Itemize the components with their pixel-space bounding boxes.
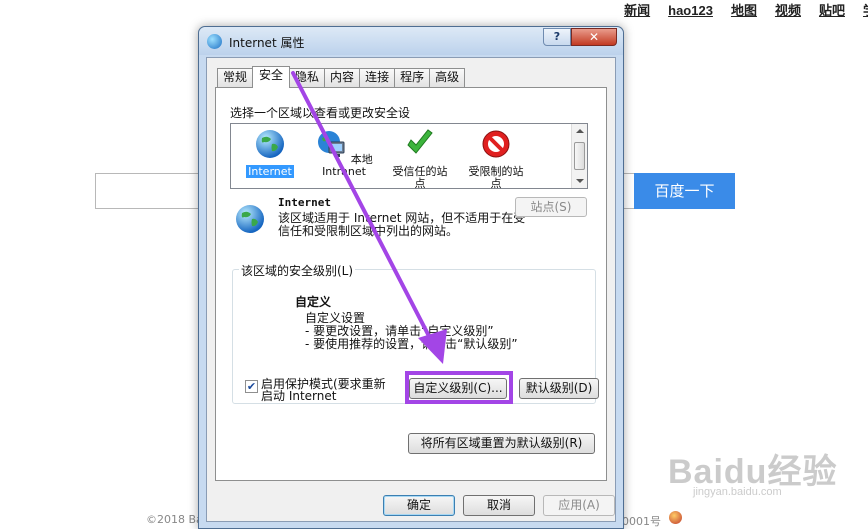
security-level-group: 该区域的安全级别(L) 自定义 自定义设置 - 要更改设置，请单击“自定义级别”… [232,262,599,404]
nav-link-video[interactable]: 视频 [775,2,801,20]
tab-security[interactable]: 安全 [252,66,291,88]
tab-strip: 常规 安全 隐私 内容 连接 程序 高级 [217,66,466,88]
restricted-icon [482,130,510,158]
zone-label-trusted: 受信任的站 点 [392,165,448,190]
top-nav: 新闻 hao123 地图 视频 贴吧 学 [606,2,868,20]
zone-info-globe-icon [236,205,264,233]
help-button[interactable]: ? [543,28,571,46]
apply-button[interactable]: 应用(A) [543,495,615,516]
watermark-url: jingyan.baidu.com [693,486,782,498]
nav-link-xue[interactable]: 学 [863,2,868,20]
scroll-down-icon[interactable] [576,179,584,183]
protected-mode-label: 启用保护模式(要求重新启动 Internet [261,377,386,403]
zone-item-trusted[interactable]: 受信任的站 点 [385,128,455,190]
scroll-up-icon[interactable] [576,129,584,133]
dialog-client: 常规 安全 隐私 内容 连接 程序 高级 选择一个区域以查看或更改安全设 Int… [206,57,616,522]
nav-link-hao123[interactable]: hao123 [668,2,713,20]
zone-item-internet[interactable]: Internet [235,128,305,178]
baidu-search-button[interactable]: 百度一下 [634,173,735,209]
check-icon [407,129,433,154]
security-level-legend: 该区域的安全级别(L) [239,262,356,279]
dialog-titlebar[interactable]: Internet 属性 ? ✕ [199,27,623,55]
cancel-button[interactable]: 取消 [463,495,535,516]
reset-all-zones-button[interactable]: 将所有区域重置为默认级别(R) [408,433,595,454]
footer-copyright: ©2018 Ba [146,513,203,526]
protected-mode-checkbox-row[interactable]: ✔ 启用保护模式(要求重新启动 Internet [245,378,391,402]
internet-properties-dialog: Internet 属性 ? ✕ 常规 安全 隐私 内容 连接 程序 高级 选择一… [198,26,624,529]
nav-link-map[interactable]: 地图 [731,2,757,20]
zone-label-restricted: 受限制的站 点 [468,165,524,190]
police-badge-icon [669,511,682,524]
ie-globe-icon [207,34,222,49]
zone-item-intranet[interactable]: 本地 Intranet [309,128,379,178]
security-tab-panel: 选择一个区域以查看或更改安全设 Internet 本地 Intranet 受信任… [215,87,607,481]
nav-link-tieba[interactable]: 贴吧 [819,2,845,20]
tab-programs[interactable]: 程序 [394,68,431,87]
zone-list[interactable]: Internet 本地 Intranet 受信任的站 点 受限制的站 点 [230,123,588,190]
zone-label-internet: Internet [246,165,294,178]
zone-item-restricted[interactable]: 受限制的站 点 [461,128,531,190]
zone-info-description: 该区域适用于 Internet 网站，但不适用于在受信任和受限制区域中列出的网站… [278,211,526,238]
tab-connections[interactable]: 连接 [359,68,396,87]
intranet-icon [318,131,345,157]
zone-list-scrollbar[interactable] [571,124,587,188]
sites-button[interactable]: 站点(S) [515,197,587,217]
scroll-thumb[interactable] [574,142,585,170]
tab-content[interactable]: 内容 [324,68,361,87]
security-level-description: 自定义设置 - 要更改设置，请单击“自定义级别” - 要使用推荐的设置，请单击“… [305,311,518,351]
protected-mode-checkbox[interactable]: ✔ [245,380,258,393]
tab-advanced[interactable]: 高级 [429,68,466,87]
tab-privacy[interactable]: 隐私 [289,68,326,87]
default-level-button[interactable]: 默认级别(D) [519,378,599,399]
zone-info-title: Internet [278,196,331,209]
tab-general[interactable]: 常规 [217,68,254,87]
footer-icp: 0001号 [622,515,661,528]
dialog-title: Internet 属性 [229,36,305,50]
zone-prompt-label: 选择一个区域以查看或更改安全设 [230,106,411,120]
globe-icon [256,130,284,158]
custom-level-highlight-box [405,371,513,404]
nav-link-news[interactable]: 新闻 [624,2,650,20]
ok-button[interactable]: 确定 [383,495,455,516]
security-level-title: 自定义 [295,295,332,309]
close-button[interactable]: ✕ [571,28,617,46]
